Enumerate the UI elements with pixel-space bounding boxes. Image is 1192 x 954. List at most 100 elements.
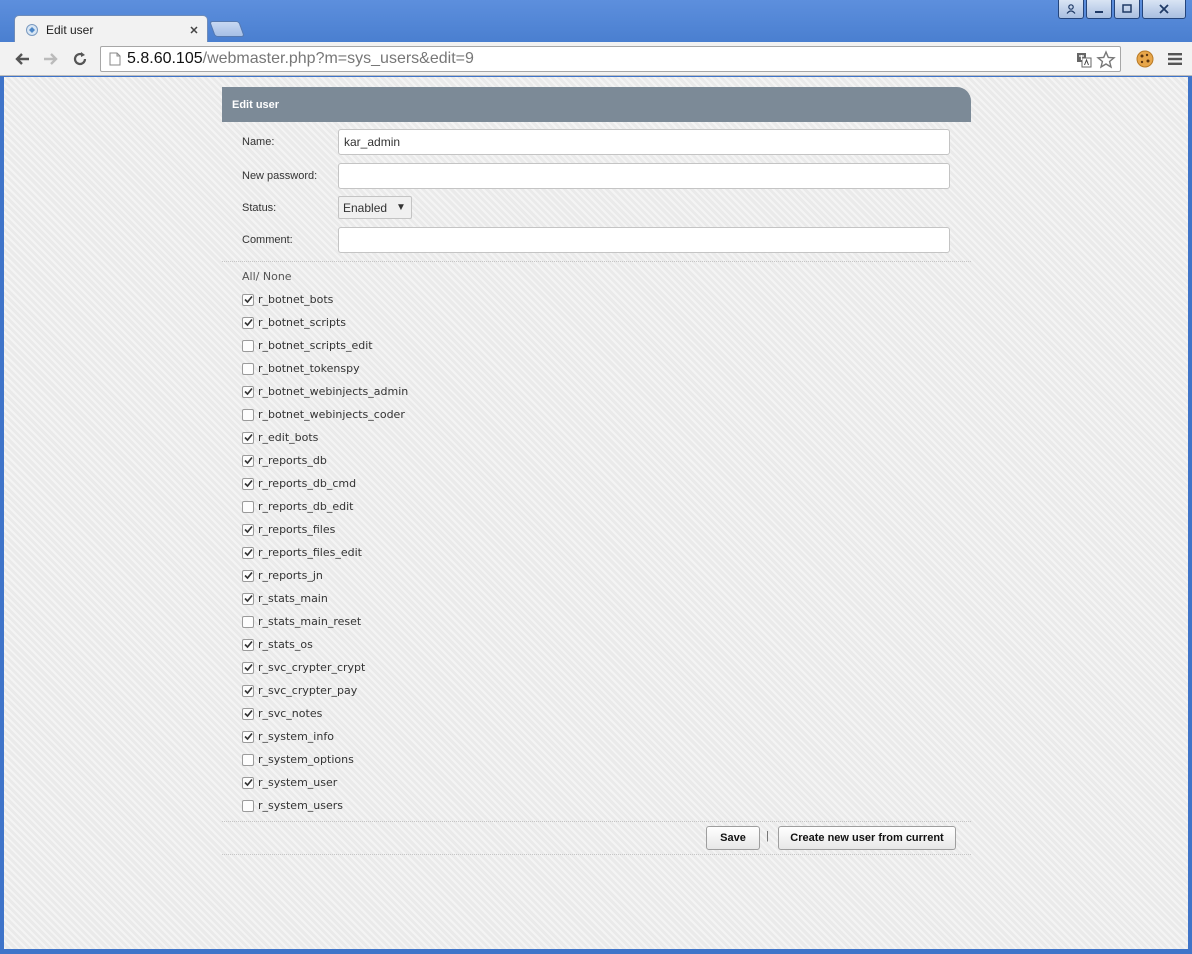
permission-label: r_reports_files_edit xyxy=(258,546,362,559)
permission-checkbox[interactable] xyxy=(242,569,254,582)
address-bar[interactable]: 5.8.60.105/webmaster.php?m=sys_users&edi… xyxy=(100,46,1121,72)
permission-label: r_svc_crypter_pay xyxy=(258,684,358,697)
status-value: Enabled xyxy=(343,200,388,215)
permission-label: r_stats_main_reset xyxy=(258,615,362,628)
permission-item: r_reports_db_edit xyxy=(242,495,353,518)
permission-item: r_svc_crypter_crypt xyxy=(242,656,365,679)
page-icon xyxy=(109,52,121,66)
permission-checkbox[interactable] xyxy=(242,776,254,789)
permission-label: r_botnet_scripts xyxy=(258,316,346,329)
cookie-icon[interactable] xyxy=(1136,50,1154,68)
user-icon[interactable] xyxy=(1058,0,1084,19)
checkmark-icon xyxy=(243,686,253,695)
permission-checkbox[interactable] xyxy=(242,523,254,536)
permission-checkbox[interactable] xyxy=(242,293,254,306)
permission-item: r_system_user xyxy=(242,771,337,794)
save-button[interactable]: Save xyxy=(706,826,760,850)
status-select[interactable]: Enabled ▼ xyxy=(338,196,412,219)
tab-title: Edit user xyxy=(46,22,94,37)
url-path: /webmaster.php?m=sys_users&edit=9 xyxy=(202,50,474,67)
checkmark-icon xyxy=(243,548,253,557)
checkmark-icon xyxy=(243,594,253,603)
permission-label: r_reports_db_edit xyxy=(258,500,354,513)
permission-checkbox[interactable] xyxy=(242,753,254,766)
select-all-none: All/ None xyxy=(242,270,292,283)
permission-item: r_stats_main_reset xyxy=(242,610,361,633)
back-arrow-icon[interactable] xyxy=(8,45,36,73)
checkmark-icon xyxy=(243,709,253,718)
permission-checkbox[interactable] xyxy=(242,661,254,674)
name-row: Name: xyxy=(242,129,950,155)
window-close-icon[interactable] xyxy=(1142,0,1186,19)
maximize-icon[interactable] xyxy=(1114,0,1140,19)
tab-close-icon[interactable] xyxy=(185,21,203,39)
checkmark-icon xyxy=(243,387,253,396)
permission-item: r_reports_files xyxy=(242,518,335,541)
permission-label: r_reports_files xyxy=(258,523,336,536)
permission-checkbox[interactable] xyxy=(242,730,254,743)
permission-item: r_botnet_webinjects_coder xyxy=(242,403,405,426)
permission-checkbox[interactable] xyxy=(242,454,254,467)
checkmark-icon xyxy=(243,663,253,672)
translate-icon[interactable] xyxy=(1076,52,1092,68)
permission-checkbox[interactable] xyxy=(242,408,254,421)
permission-label: r_svc_notes xyxy=(258,707,323,720)
permission-item: r_botnet_webinjects_admin xyxy=(242,380,408,403)
permission-checkbox[interactable] xyxy=(242,799,254,812)
permission-item: r_botnet_bots xyxy=(242,288,333,311)
permission-label: r_system_options xyxy=(258,753,354,766)
permission-item: r_edit_bots xyxy=(242,426,318,449)
permission-checkbox[interactable] xyxy=(242,316,254,329)
permission-item: r_stats_os xyxy=(242,633,313,656)
comment-row: Comment: xyxy=(242,227,950,253)
permission-item: r_botnet_scripts_edit xyxy=(242,334,373,357)
divider xyxy=(222,261,971,262)
new-tab-button[interactable] xyxy=(209,21,245,37)
window-bottom-border xyxy=(0,949,1192,954)
button-separator: | xyxy=(766,830,769,842)
menu-icon[interactable] xyxy=(1168,52,1182,66)
checkmark-icon xyxy=(243,433,253,442)
browser-tab[interactable]: Edit user xyxy=(14,15,208,43)
permission-item: r_reports_db xyxy=(242,449,327,472)
permission-label: r_reports_db_cmd xyxy=(258,477,357,490)
permission-label: r_svc_crypter_crypt xyxy=(258,661,366,674)
password-label: New password: xyxy=(242,170,318,182)
permission-checkbox[interactable] xyxy=(242,684,254,697)
forward-arrow-icon[interactable] xyxy=(37,45,65,73)
permission-checkbox[interactable] xyxy=(242,477,254,490)
permission-item: r_reports_db_cmd xyxy=(242,472,356,495)
minimize-icon[interactable] xyxy=(1086,0,1112,19)
permission-checkbox[interactable] xyxy=(242,638,254,651)
permission-checkbox[interactable] xyxy=(242,707,254,720)
permission-checkbox[interactable] xyxy=(242,615,254,628)
permission-checkbox[interactable] xyxy=(242,385,254,398)
permission-checkbox[interactable] xyxy=(242,500,254,513)
name-input[interactable] xyxy=(338,129,950,155)
permission-item: r_system_options xyxy=(242,748,354,771)
comment-label: Comment: xyxy=(242,234,293,246)
comment-input[interactable] xyxy=(338,227,950,253)
permission-label: r_system_users xyxy=(258,799,344,812)
bookmark-star-icon[interactable] xyxy=(1096,50,1116,70)
permission-label: r_reports_db xyxy=(258,454,327,467)
select-all-link[interactable]: All xyxy=(242,270,256,283)
permission-item: r_reports_files_edit xyxy=(242,541,362,564)
permission-checkbox[interactable] xyxy=(242,546,254,559)
permission-checkbox[interactable] xyxy=(242,592,254,605)
checkmark-icon xyxy=(243,525,253,534)
permission-label: r_botnet_scripts_edit xyxy=(258,339,373,352)
panel-header: Edit user xyxy=(222,87,971,122)
permission-checkbox[interactable] xyxy=(242,431,254,444)
dropdown-arrow-icon: ▼ xyxy=(396,202,406,213)
permission-checkbox[interactable] xyxy=(242,339,254,352)
password-input[interactable] xyxy=(338,163,950,189)
checkmark-icon xyxy=(243,732,253,741)
divider xyxy=(222,854,971,855)
favicon-icon xyxy=(26,23,38,36)
create-user-from-current-button[interactable]: Create new user from current xyxy=(778,826,956,850)
select-none-link[interactable]: None xyxy=(263,270,292,283)
permission-checkbox[interactable] xyxy=(242,362,254,375)
reload-icon[interactable] xyxy=(66,45,94,73)
permission-label: r_botnet_bots xyxy=(258,293,334,306)
